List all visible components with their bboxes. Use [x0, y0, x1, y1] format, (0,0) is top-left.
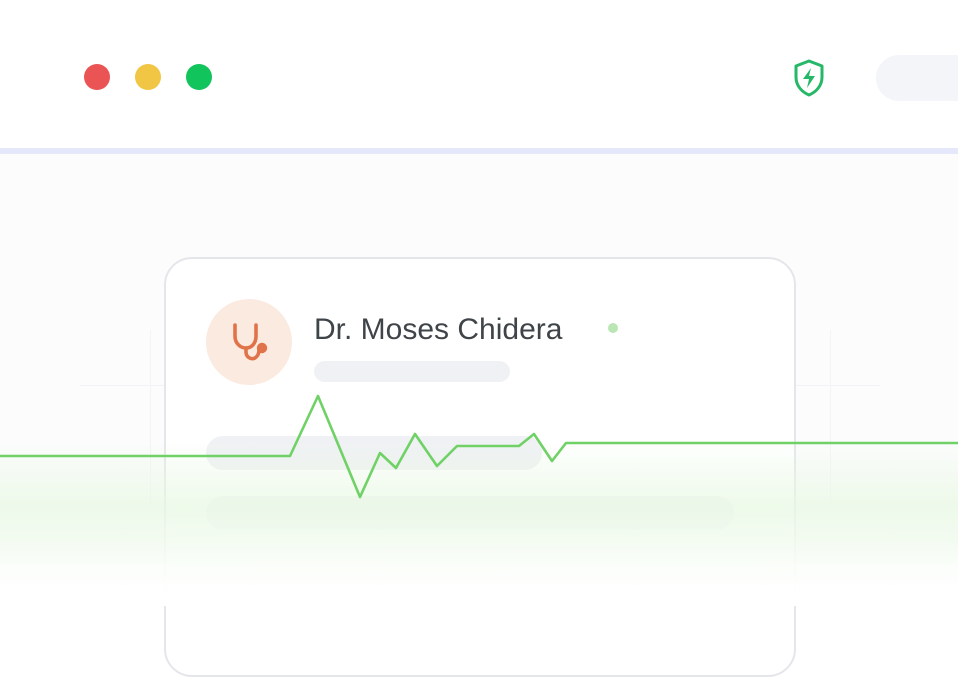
bottom-fade	[0, 540, 958, 606]
heartbeat-line	[0, 394, 958, 499]
